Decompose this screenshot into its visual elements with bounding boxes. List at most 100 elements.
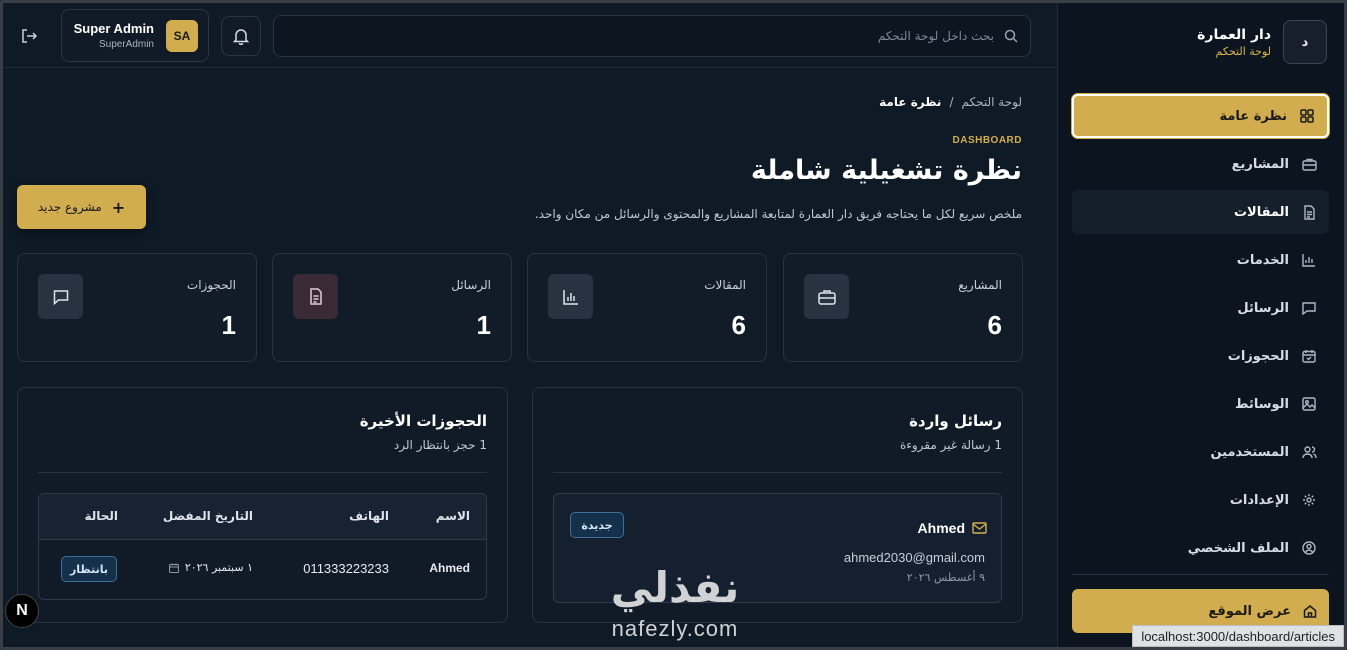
bar-chart-icon bbox=[548, 274, 593, 319]
notifications-button[interactable] bbox=[221, 16, 261, 56]
new-project-label: مشروع جديد bbox=[37, 200, 102, 214]
column-header-phone: الهاتف bbox=[349, 509, 389, 523]
users-icon bbox=[1301, 444, 1317, 460]
stat-value: 6 bbox=[987, 310, 1002, 340]
breadcrumb-root[interactable]: لوحة التحكم bbox=[962, 95, 1023, 109]
search-bar[interactable] bbox=[273, 15, 1031, 57]
sidebar: دار العمارة لوحة التحكم د نظرة عامة المش… bbox=[1057, 3, 1344, 647]
sidebar-item-settings[interactable]: الإعدادات bbox=[1072, 478, 1329, 522]
sidebar-item-label: الحجوزات bbox=[1227, 348, 1289, 364]
dev-tools-badge[interactable]: N bbox=[5, 594, 39, 628]
breadcrumb-current: نظرة عامة bbox=[879, 95, 942, 109]
message-email: ahmed2030@gmail.com bbox=[843, 550, 985, 565]
mail-icon bbox=[972, 522, 987, 534]
panel-title: الحجوزات الأخيرة bbox=[359, 412, 487, 430]
column-header-date: التاريخ المفضل bbox=[162, 509, 253, 523]
status-badge: جديدة bbox=[570, 512, 624, 538]
search-input[interactable] bbox=[294, 29, 994, 43]
calendar-icon bbox=[1301, 348, 1317, 364]
topbar: Super Admin SuperAdmin SA bbox=[3, 3, 1057, 68]
stat-card-projects[interactable]: المشاريع 6 bbox=[783, 253, 1023, 362]
sidebar-item-articles[interactable]: المقالات bbox=[1072, 190, 1329, 234]
sidebar-item-media[interactable]: الوسائط bbox=[1072, 382, 1329, 426]
page-subtitle: ملخص سريع لكل ما يحتاجه فريق دار العمارة… bbox=[534, 207, 1022, 221]
home-icon bbox=[1303, 604, 1317, 618]
booking-date-cell: ١ سبتمبر ٢٠٢٦ bbox=[168, 561, 253, 574]
brand[interactable]: دار العمارة لوحة التحكم د bbox=[1067, 20, 1327, 64]
stat-value: 1 bbox=[221, 310, 236, 340]
bell-icon bbox=[233, 28, 249, 45]
sidebar-item-label: الرسائل bbox=[1237, 300, 1289, 316]
sidebar-item-services[interactable]: الخدمات bbox=[1072, 238, 1329, 282]
message-date: ٩ أغسطس ٢٠٢٦ bbox=[906, 571, 985, 584]
table-header: الاسم الهاتف التاريخ المفضل الحالة bbox=[39, 494, 486, 540]
column-header-name: الاسم bbox=[435, 509, 470, 523]
stat-label: المقالات bbox=[704, 278, 746, 292]
page-title: نظرة تشغيلية شاملة bbox=[750, 155, 1022, 186]
column-header-status: الحالة bbox=[84, 509, 118, 523]
sidebar-item-label: الخدمات bbox=[1236, 252, 1289, 268]
bookings-table: الاسم الهاتف التاريخ المفضل الحالة Ahmed… bbox=[38, 493, 487, 600]
image-icon bbox=[1301, 396, 1317, 412]
message-square-icon bbox=[38, 274, 83, 319]
stat-label: المشاريع bbox=[958, 278, 1002, 292]
watermark-english: nafezly.com bbox=[611, 616, 739, 641]
sidebar-item-profile[interactable]: الملف الشخصي bbox=[1072, 526, 1329, 570]
view-site-label: عرض الموقع bbox=[1208, 603, 1291, 619]
user-circle-icon bbox=[1301, 540, 1317, 556]
sidebar-item-label: المقالات bbox=[1233, 204, 1289, 220]
panel-title: رسائل واردة bbox=[909, 412, 1002, 430]
file-text-icon bbox=[1301, 204, 1317, 220]
settings-icon bbox=[1301, 492, 1317, 508]
new-project-button[interactable]: مشروع جديد + bbox=[17, 185, 146, 229]
search-icon bbox=[1004, 29, 1018, 43]
page-eyebrow: DASHBOARD bbox=[952, 135, 1022, 146]
stat-label: الحجوزات bbox=[186, 278, 236, 292]
stat-value: 6 bbox=[731, 310, 746, 340]
brand-logo: د bbox=[1283, 20, 1327, 64]
sidebar-item-users[interactable]: المستخدمين bbox=[1072, 430, 1329, 474]
message-square-icon bbox=[1301, 300, 1317, 316]
plus-icon: + bbox=[111, 197, 126, 217]
user-name: Super Admin bbox=[73, 21, 154, 36]
panel-divider bbox=[553, 472, 1002, 473]
stat-card-bookings[interactable]: الحجوزات 1 bbox=[17, 253, 257, 362]
stat-card-articles[interactable]: المقالات 6 bbox=[527, 253, 767, 362]
breadcrumb: لوحة التحكم / نظرة عامة bbox=[879, 95, 1022, 109]
sidebar-item-projects[interactable]: المشاريع bbox=[1072, 142, 1329, 186]
brand-subtitle: لوحة التحكم bbox=[1215, 44, 1271, 58]
avatar: SA bbox=[166, 19, 198, 52]
sidebar-item-label: الوسائط bbox=[1235, 396, 1289, 412]
user-menu[interactable]: Super Admin SuperAdmin SA bbox=[61, 9, 209, 62]
status-bar-url: localhost:3000/dashboard/articles bbox=[1132, 625, 1344, 647]
briefcase-icon bbox=[804, 274, 849, 319]
calendar-icon bbox=[168, 563, 179, 573]
sidebar-item-label: نظرة عامة bbox=[1219, 108, 1287, 124]
stat-value: 1 bbox=[476, 310, 491, 340]
watermark: نفذلي nafezly.com bbox=[590, 560, 760, 650]
breadcrumb-separator: / bbox=[949, 95, 954, 109]
brand-title: دار العمارة bbox=[1197, 26, 1271, 43]
booking-date: ١ سبتمبر ٢٠٢٦ bbox=[184, 561, 253, 574]
sidebar-divider bbox=[1072, 574, 1329, 575]
panel-divider bbox=[38, 472, 487, 473]
sidebar-item-label: المشاريع bbox=[1231, 156, 1289, 172]
booking-phone: 011333223233 bbox=[303, 561, 389, 576]
bar-chart-icon bbox=[1301, 252, 1317, 268]
logout-icon[interactable] bbox=[20, 27, 38, 45]
sidebar-item-messages[interactable]: الرسائل bbox=[1072, 286, 1329, 330]
user-role: SuperAdmin bbox=[98, 39, 154, 50]
stat-card-messages[interactable]: الرسائل 1 bbox=[272, 253, 512, 362]
message-sender: Ahmed bbox=[917, 520, 965, 536]
sidebar-item-label: الإعدادات bbox=[1229, 492, 1289, 508]
stats-row: المشاريع 6 المقالات 6 الرسائل 1 الحجوزات… bbox=[17, 253, 1023, 362]
recent-bookings-panel: الحجوزات الأخيرة 1 حجز بانتظار الرد الاس… bbox=[17, 387, 508, 623]
panel-subtitle: 1 حجز بانتظار الرد bbox=[393, 438, 487, 452]
panel-subtitle: 1 رسالة غير مقروءة bbox=[899, 438, 1002, 452]
sidebar-item-label: الملف الشخصي bbox=[1187, 540, 1289, 556]
sidebar-item-bookings[interactable]: الحجوزات bbox=[1072, 334, 1329, 378]
sidebar-item-label: المستخدمين bbox=[1210, 444, 1289, 460]
sidebar-item-overview[interactable]: نظرة عامة bbox=[1072, 94, 1329, 138]
booking-name: Ahmed bbox=[429, 561, 470, 575]
status-badge: بانتظار bbox=[61, 556, 117, 582]
